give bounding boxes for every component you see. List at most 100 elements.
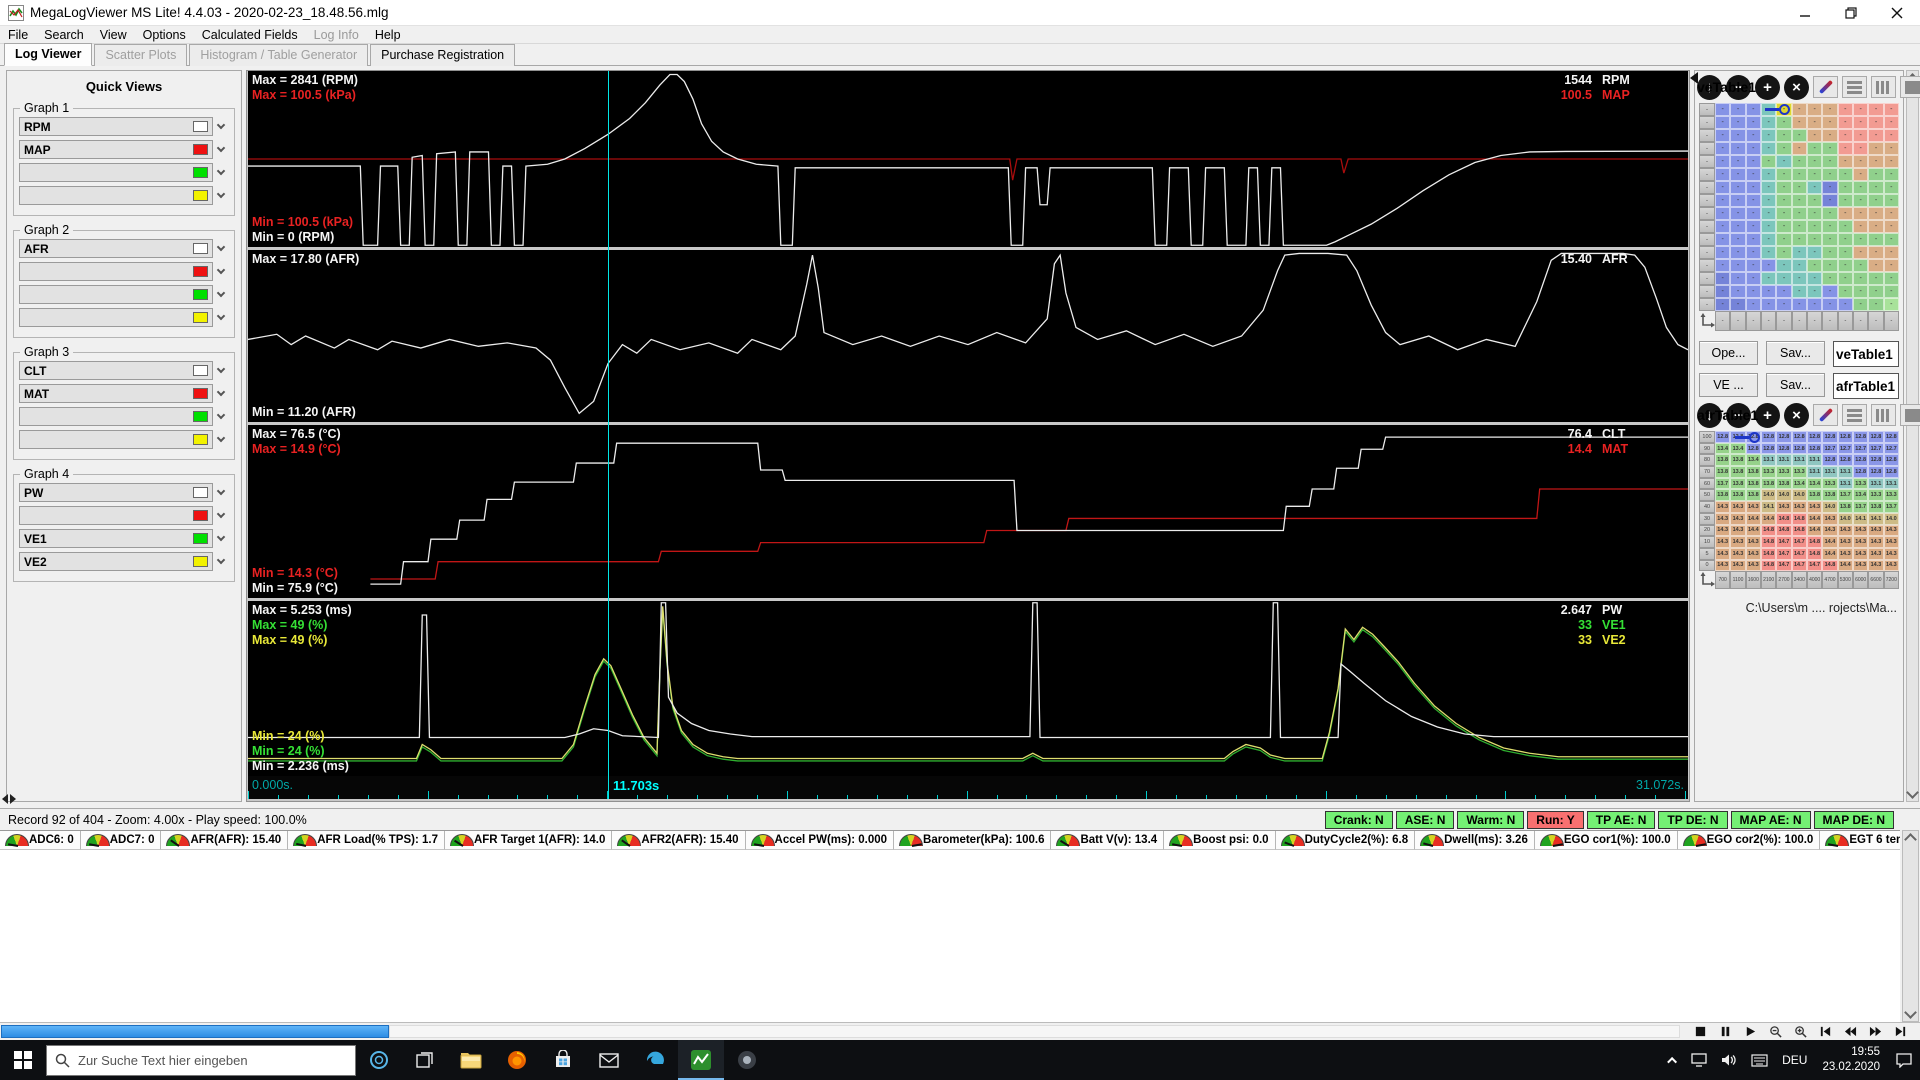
field-selector[interactable] [19,308,213,327]
field-selector[interactable]: MAP [19,140,213,159]
qv-row-empty[interactable] [19,407,229,426]
field-selector[interactable] [19,186,213,205]
menu-item-calculated-fields[interactable]: Calculated Fields [194,28,306,42]
graph2-plot[interactable]: Max = 17.80 (AFR)Min = 11.20 (AFR)15.40A… [248,250,1688,422]
skip-start-button[interactable] [1815,1024,1835,1039]
menu-item-view[interactable]: View [92,28,135,42]
panel-collapse-arrow[interactable] [1690,72,1698,84]
chevron-down-icon[interactable] [213,293,229,296]
close-button[interactable] [1874,0,1920,25]
field-selector[interactable] [19,407,213,426]
network-icon[interactable] [1684,1040,1714,1080]
field-selector[interactable] [19,506,213,525]
language-indicator[interactable]: DEU [1775,1040,1814,1080]
app-icon-misc[interactable] [724,1040,770,1080]
tray-expand-icon[interactable] [1663,1040,1684,1080]
task-view-icon[interactable] [402,1040,448,1080]
tab-histogram-table-generator[interactable]: Histogram / Table Generator [189,44,368,66]
field-selector[interactable] [19,285,213,304]
qv-row-empty[interactable] [19,506,229,525]
ve-table-name-field[interactable]: veTable1 [1833,341,1899,367]
qv-row-empty[interactable] [19,262,229,281]
save-afr-table-button[interactable]: Sav... [1766,373,1825,397]
skip-end-button[interactable] [1890,1024,1910,1039]
open-table-button[interactable]: Ope... [1699,341,1758,365]
time-axis[interactable]: 0.000s.11.703s31.072s. [248,776,1688,799]
qv-row-empty[interactable] [19,430,229,449]
field-selector[interactable]: RPM [19,117,213,136]
ve-table-edit-pencil-icon[interactable] [1813,76,1838,98]
ve-table-heatmap[interactable]: ----------------------------------------… [1699,103,1899,335]
splitter-arrows[interactable] [2,794,16,804]
chevron-down-icon[interactable] [213,171,229,174]
field-selector[interactable] [19,163,213,182]
qv-row-map[interactable]: MAP [19,140,229,159]
tab-purchase-registration[interactable]: Purchase Registration [370,44,515,66]
graph1-plot[interactable]: Max = 2841 (RPM)Max = 100.5 (kPa)Min = 1… [248,71,1688,247]
afr-table-name-field[interactable]: afrTable1 [1833,373,1899,399]
megalogviewer-taskbar-icon[interactable] [678,1040,724,1080]
taskbar-search-input[interactable]: Zur Suche Text hier eingeben [46,1045,356,1076]
pause-button[interactable] [1715,1024,1735,1039]
qv-row-empty[interactable] [19,163,229,182]
qv-row-empty[interactable] [19,285,229,304]
field-selector[interactable]: VE2 [19,552,213,571]
qv-row-afr[interactable]: AFR [19,239,229,258]
field-selector[interactable] [19,262,213,281]
edge-icon[interactable] [632,1040,678,1080]
chart-area[interactable]: Max = 2841 (RPM)Max = 100.5 (kPa)Min = 1… [246,70,1690,802]
qv-row-clt[interactable]: CLT [19,361,229,380]
menu-item-options[interactable]: Options [135,28,194,42]
chevron-down-icon[interactable] [213,491,229,494]
menu-item-help[interactable]: Help [367,28,409,42]
afr-table-row-view-icon[interactable] [1842,404,1867,426]
graph3-plot[interactable]: Max = 76.5 (°C)Max = 14.9 (°C)Min = 14.3… [248,425,1688,598]
graph4-plot[interactable]: Max = 5.253 (ms)Max = 49 (%)Max = 49 (%)… [248,601,1688,776]
chevron-down-icon[interactable] [213,194,229,197]
tab-log-viewer[interactable]: Log Viewer [4,43,92,66]
taskbar-clock[interactable]: 19:55 23.02.2020 [1814,1045,1888,1075]
field-selector[interactable]: PW [19,483,213,502]
file-explorer-icon[interactable] [448,1040,494,1080]
afr-table-plus-icon[interactable]: + [1755,403,1780,428]
ve-table-row-view-icon[interactable] [1842,76,1867,98]
play-button[interactable] [1740,1024,1760,1039]
chevron-down-icon[interactable] [213,392,229,395]
notification-center-icon[interactable] [1888,1040,1920,1080]
rewind-button[interactable] [1840,1024,1860,1039]
stop-button[interactable] [1690,1024,1710,1039]
chevron-down-icon[interactable] [213,514,229,517]
keyboard-icon[interactable] [1744,1040,1775,1080]
zoom-out-icon[interactable] [1765,1024,1785,1039]
ve-button[interactable]: VE ... [1699,373,1758,397]
qv-row-pw[interactable]: PW [19,483,229,502]
horizontal-scrollbar-thumb[interactable] [1,1025,389,1038]
ve-table-table-view-icon[interactable] [1900,76,1920,98]
tab-scatter-plots[interactable]: Scatter Plots [94,44,187,66]
gauge-grid-scrollbar[interactable] [1902,830,1919,1022]
mail-icon[interactable] [586,1040,632,1080]
chevron-down-icon[interactable] [213,560,229,563]
ve-table-close-icon[interactable]: × [1784,75,1809,100]
chevron-down-icon[interactable] [213,125,229,128]
start-button[interactable] [0,1040,46,1080]
chevron-down-icon[interactable] [213,438,229,441]
ve-table-column-view-icon[interactable] [1871,76,1896,98]
chevron-down-icon[interactable] [213,415,229,418]
cortana-icon[interactable] [356,1040,402,1080]
minimize-button[interactable] [1782,0,1828,25]
afr-table-heatmap[interactable]: 10012.812.812.812.812.812.812.812.812.81… [1699,431,1899,593]
afr-table-edit-pencil-icon[interactable] [1813,404,1838,426]
qv-row-mat[interactable]: MAT [19,384,229,403]
forward-button[interactable] [1865,1024,1885,1039]
qv-row-rpm[interactable]: RPM [19,117,229,136]
ve-table-plus-icon[interactable]: + [1755,75,1780,100]
save-ve-table-button[interactable]: Sav... [1766,341,1825,365]
qv-row-ve1[interactable]: VE1 [19,529,229,548]
qv-row-empty[interactable] [19,308,229,327]
zoom-in-icon[interactable] [1790,1024,1810,1039]
qv-row-ve2[interactable]: VE2 [19,552,229,571]
horizontal-scrollbar-track[interactable] [389,1025,1680,1038]
afr-table-close-icon[interactable]: × [1784,403,1809,428]
afr-table-table-view-icon[interactable] [1900,404,1920,426]
